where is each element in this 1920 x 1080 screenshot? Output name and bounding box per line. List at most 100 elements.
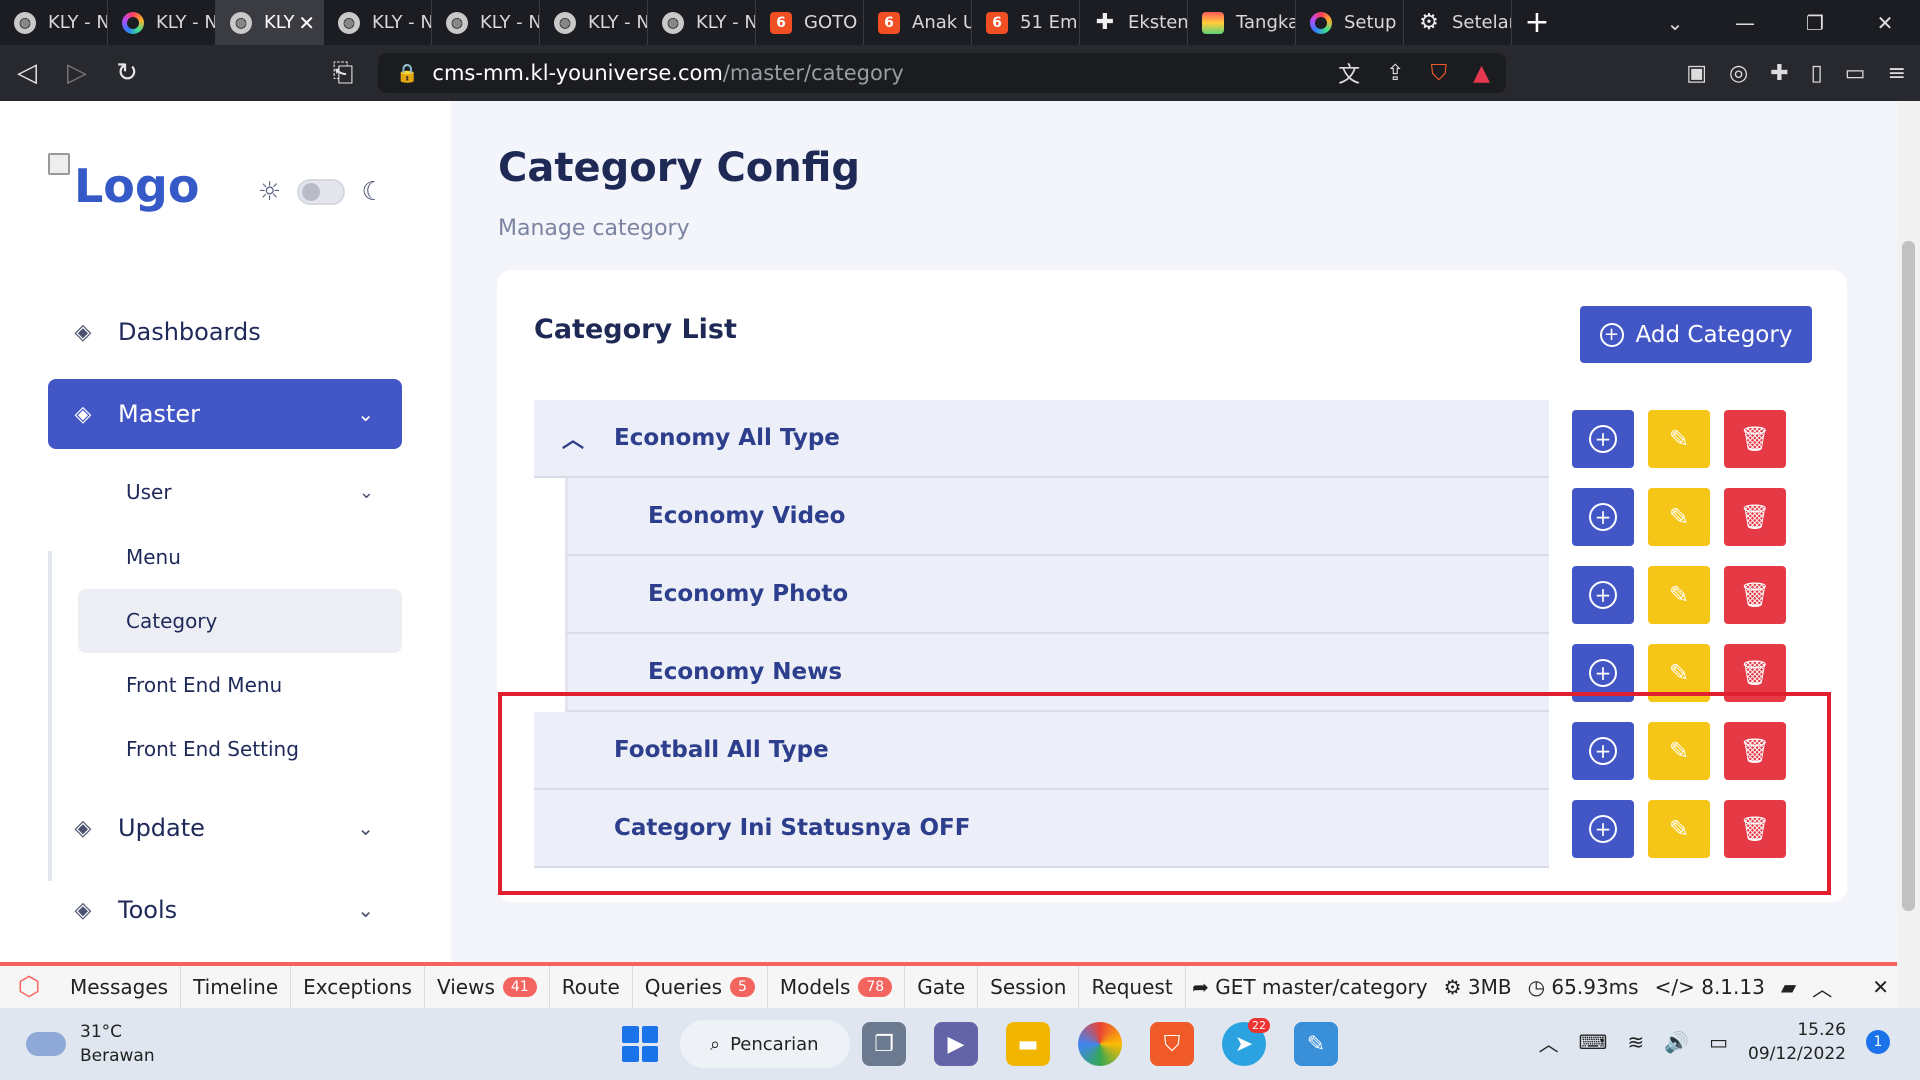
teams-icon[interactable]: ▶: [934, 1022, 978, 1066]
back-icon[interactable]: ◁: [4, 50, 50, 96]
php-version[interactable]: </> 8.1.13: [1655, 975, 1765, 999]
tab-search-icon[interactable]: ⌄: [1640, 0, 1710, 45]
brave-icon[interactable]: ⛉: [1150, 1022, 1194, 1066]
debug-tab-timeline[interactable]: Timeline: [181, 966, 292, 1008]
memory-info[interactable]: ⚙ 3MB: [1444, 975, 1512, 999]
keyboard-icon[interactable]: ⌨: [1579, 1030, 1608, 1054]
battery-icon[interactable]: ▭: [1709, 1030, 1728, 1054]
volume-icon[interactable]: 🔊: [1664, 1030, 1689, 1054]
browser-tab[interactable]: ◍ KLY - N: [432, 0, 540, 45]
notification-count-badge[interactable]: 1: [1866, 1030, 1890, 1054]
share-icon[interactable]: ⇪: [1386, 61, 1404, 86]
debug-tab-gate[interactable]: Gate: [905, 966, 979, 1008]
url-field[interactable]: 🔒 cms-mm.kl-youniverse.com/master/catego…: [378, 53, 1506, 93]
weather-widget[interactable]: 31°C Berawan: [26, 1020, 155, 1068]
category-row[interactable]: Economy Photo: [565, 556, 1549, 634]
translate-icon[interactable]: 文: [1338, 57, 1360, 89]
ring-icon[interactable]: ◎: [1729, 61, 1748, 86]
add-category-button[interactable]: + Add Category: [1580, 306, 1812, 363]
sidebar-item-master[interactable]: ◈ Master ⌄: [48, 379, 402, 449]
debug-tab-route[interactable]: Route: [550, 966, 633, 1008]
extension-icon[interactable]: ▣: [1686, 61, 1707, 86]
edit-button[interactable]: ✎: [1648, 488, 1710, 546]
route-info[interactable]: ➦ GET master/category: [1192, 975, 1428, 999]
address-bar-row: ◁ ▷ ↻ ⎗ 🔒 cms-mm.kl-youniverse.com/maste…: [0, 45, 1920, 101]
sidebar-toggle-icon[interactable]: ▯: [1811, 61, 1823, 86]
chrome-icon[interactable]: [1078, 1022, 1122, 1066]
browser-tab[interactable]: ◍ KLY - N: [648, 0, 756, 45]
debug-tab-views[interactable]: Views 41: [425, 966, 550, 1008]
brave-rewards-icon[interactable]: ▲: [1473, 61, 1490, 86]
close-tab-icon[interactable]: ✕: [298, 11, 315, 35]
wifi-icon[interactable]: ≋: [1627, 1030, 1644, 1054]
paint-icon[interactable]: ✎: [1294, 1022, 1338, 1066]
delete-button[interactable]: 🗑: [1724, 410, 1786, 468]
chevron-up-icon[interactable]: ︿: [1539, 1028, 1559, 1057]
sidebar-item-dashboards[interactable]: ◈ Dashboards: [48, 297, 402, 367]
browser-tab[interactable]: 6 Anak U: [864, 0, 972, 45]
page-scrollbar[interactable]: [1897, 101, 1920, 1008]
folder-icon[interactable]: ▰: [1781, 975, 1796, 999]
brave-shield-icon[interactable]: ⛉: [1431, 61, 1448, 86]
close-icon[interactable]: ✕: [1872, 975, 1889, 999]
sidebar-subitem-front-end-menu[interactable]: Front End Menu: [78, 653, 402, 717]
browser-tab[interactable]: ◍ KLY - N: [540, 0, 648, 45]
reload-icon[interactable]: ↻: [104, 50, 150, 96]
logo[interactable]: Logo: [48, 153, 199, 213]
forward-icon[interactable]: ▷: [54, 50, 100, 96]
browser-tab[interactable]: 6 GOTO: [756, 0, 864, 45]
edit-button[interactable]: ✎: [1648, 410, 1710, 468]
delete-button[interactable]: 🗑: [1724, 488, 1786, 546]
theme-toggle[interactable]: [297, 179, 346, 205]
category-row[interactable]: ︿ Economy All Type: [534, 400, 1549, 478]
restore-icon[interactable]: ❐: [1780, 0, 1850, 45]
add-subcategory-button[interactable]: +: [1572, 488, 1634, 546]
menu-icon[interactable]: ≡: [1888, 61, 1906, 86]
share-arrow-icon: ➦: [1192, 975, 1209, 999]
sidebar-subitem-category[interactable]: Category: [78, 589, 402, 653]
windows-start-icon[interactable]: [622, 1026, 658, 1062]
sidebar-item-tools[interactable]: ◈ Tools ⌄: [48, 875, 402, 945]
debug-tab-messages[interactable]: Messages: [58, 966, 182, 1008]
browser-tab[interactable]: ✚ Eksten: [1080, 0, 1188, 45]
plus-circle-icon: +: [1589, 659, 1617, 687]
minimize-icon[interactable]: —: [1710, 0, 1780, 45]
laravel-icon[interactable]: ⬡: [0, 972, 58, 1002]
close-window-icon[interactable]: ✕: [1850, 0, 1920, 45]
file-explorer-icon[interactable]: ▬: [1006, 1022, 1050, 1066]
taskbar-clock[interactable]: 15.26 09/12/2022: [1748, 1018, 1846, 1066]
edit-button[interactable]: ✎: [1648, 566, 1710, 624]
add-subcategory-button[interactable]: +: [1572, 410, 1634, 468]
debug-tab-session[interactable]: Session: [978, 966, 1080, 1008]
browser-tab[interactable]: Tangka: [1188, 0, 1296, 45]
browser-tab[interactable]: Setup: [1296, 0, 1404, 45]
scrollbar-thumb[interactable]: [1902, 241, 1915, 911]
delete-button[interactable]: 🗑: [1724, 566, 1786, 624]
taskbar-search[interactable]: ⌕ Pencarian: [680, 1020, 850, 1068]
add-subcategory-button[interactable]: +: [1572, 566, 1634, 624]
sidebar-subitem-menu[interactable]: Menu: [78, 525, 402, 589]
telegram-icon[interactable]: ➤ 22: [1222, 1018, 1270, 1066]
debug-tab-request[interactable]: Request: [1079, 966, 1186, 1008]
time-info[interactable]: ◷ 65.93ms: [1528, 975, 1639, 999]
sidebar-subitem-front-end-setting[interactable]: Front End Setting: [78, 717, 402, 781]
browser-tab-active[interactable]: ◍ KLY ✕: [216, 0, 324, 45]
debug-tab-exceptions[interactable]: Exceptions: [291, 966, 425, 1008]
chevron-up-icon[interactable]: ︿: [1812, 973, 1832, 1002]
browser-tab[interactable]: ◍ KLY - N: [324, 0, 432, 45]
browser-tab[interactable]: ⚙Setelan: [1404, 0, 1512, 45]
sidebar-subitem-user[interactable]: User ⌄: [78, 460, 402, 524]
task-view-icon[interactable]: ❐: [862, 1022, 906, 1066]
browser-tab[interactable]: 6 51 Emi: [972, 0, 1080, 45]
bookmark-icon[interactable]: ⎗: [320, 50, 366, 96]
debug-tab-models[interactable]: Models 78: [768, 966, 906, 1008]
category-row[interactable]: Economy Video: [565, 478, 1549, 556]
wallet-icon[interactable]: ▭: [1845, 61, 1866, 86]
chevron-up-icon[interactable]: ︿: [562, 422, 584, 454]
sidebar-item-update[interactable]: ◈ Update ⌄: [48, 793, 402, 863]
new-tab-button[interactable]: +: [1512, 5, 1562, 40]
debug-tab-queries[interactable]: Queries 5: [633, 966, 768, 1008]
puzzle-icon[interactable]: ✚: [1770, 61, 1788, 86]
browser-tab[interactable]: ◍ KLY - N: [0, 0, 108, 45]
browser-tab[interactable]: KLY - N: [108, 0, 216, 45]
